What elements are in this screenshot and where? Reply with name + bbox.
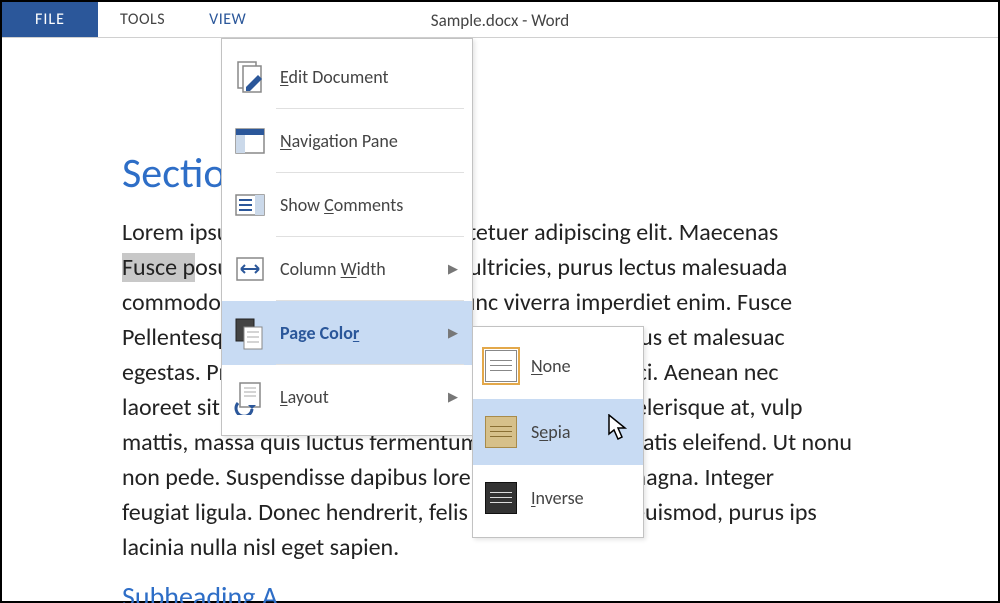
navigation-pane-icon [232,123,268,159]
menu-label: Column Width [280,258,386,280]
edit-document-icon [232,59,268,95]
show-comments-icon [232,187,268,223]
menu-tools[interactable]: TOOLS [98,2,187,37]
menu-navigation-pane[interactable]: Navigation Pane [222,109,472,173]
menu-label: Navigation Pane [280,130,398,152]
page-color-submenu: None Sepia Inverse [472,326,644,538]
page-color-none[interactable]: None [473,333,643,399]
menu-edit-document[interactable]: Edit Document [222,45,472,109]
submenu-label: Sepia [531,421,570,443]
menu-show-comments[interactable]: Show Comments [222,173,472,237]
page-color-inverse[interactable]: Inverse [473,465,643,531]
layout-icon [232,379,268,415]
menu-layout[interactable]: Layout ▶ [222,365,472,429]
swatch-inverse-icon [485,482,517,514]
menu-view[interactable]: VIEW [187,2,268,37]
swatch-sepia-icon [485,416,517,448]
page-color-sepia[interactable]: Sepia [473,399,643,465]
menubar: FILE TOOLS VIEW Sample.docx - Word [2,2,998,38]
chevron-right-icon: ▶ [448,390,458,405]
column-width-icon [232,251,268,287]
chevron-right-icon: ▶ [448,262,458,277]
subheading: Subheading A [122,579,998,603]
swatch-none-icon [485,350,517,382]
menu-page-color[interactable]: Page Color ▶ [222,301,472,365]
menu-column-width[interactable]: Column Width ▶ [222,237,472,301]
window-title: Sample.docx - Word [431,2,569,38]
page-color-icon [232,315,268,351]
menu-label: Edit Document [280,66,389,88]
menu-file[interactable]: FILE [2,2,98,37]
menu-label: Page Color [280,322,359,344]
submenu-label: None [531,355,571,377]
text-selection: Fusce p [122,253,195,282]
chevron-right-icon: ▶ [448,326,458,341]
menu-label: Show Comments [280,194,403,216]
view-dropdown: Edit Document Navigation Pane Show Comme… [221,38,473,436]
submenu-label: Inverse [531,487,584,509]
menu-label: Layout [280,386,329,408]
